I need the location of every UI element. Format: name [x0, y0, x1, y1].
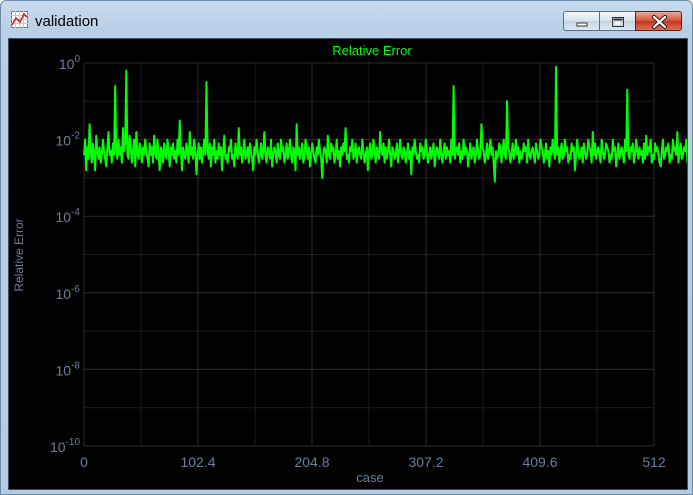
- x-tick-label: 0: [80, 454, 88, 470]
- x-tick-label: 102.4: [180, 454, 215, 470]
- x-axis-label: case: [356, 470, 383, 485]
- x-tick-labels: 0 102.4 204.8 307.2 409.6 512: [80, 454, 666, 470]
- close-button[interactable]: [635, 11, 682, 31]
- maximize-icon: [612, 17, 624, 27]
- maximize-button[interactable]: [599, 11, 636, 31]
- validation-window: validation Relative Error 100 10-2 10-4 …: [0, 0, 693, 495]
- close-icon: [652, 15, 667, 29]
- x-tick-label: 409.6: [522, 454, 557, 470]
- relative-error-chart[interactable]: Relative Error 10010-210-410-610-810-10 …: [9, 39, 687, 489]
- chart-app-icon[interactable]: [11, 11, 28, 28]
- y-axis-label: Relative Error: [12, 218, 26, 291]
- y-tick-label: 10-2: [56, 131, 81, 149]
- y-tick-label: 10-10: [50, 437, 80, 455]
- chart-title: Relative Error: [332, 43, 412, 58]
- plot-area[interactable]: Relative Error 100 10-2 10-4 10-6 10-8 10-10 …: [8, 38, 688, 490]
- y-tick-label: 10-4: [56, 207, 81, 225]
- minimize-icon: [576, 22, 588, 27]
- y-tick-label: 100: [59, 54, 81, 72]
- title-bar[interactable]: validation: [1, 1, 692, 37]
- y-tick-label: 10-8: [56, 360, 81, 378]
- window-title: validation: [35, 13, 99, 30]
- x-tick-label: 204.8: [294, 454, 329, 470]
- x-tick-label: 307.2: [408, 454, 443, 470]
- x-tick-label: 512: [642, 454, 666, 470]
- minor-grid: [84, 63, 654, 446]
- y-tick-labels: 100 10-2 10-4 10-6 10-8 10-10: [50, 54, 80, 455]
- minimize-button[interactable]: [563, 11, 600, 31]
- y-tick-label: 10-6: [56, 284, 81, 302]
